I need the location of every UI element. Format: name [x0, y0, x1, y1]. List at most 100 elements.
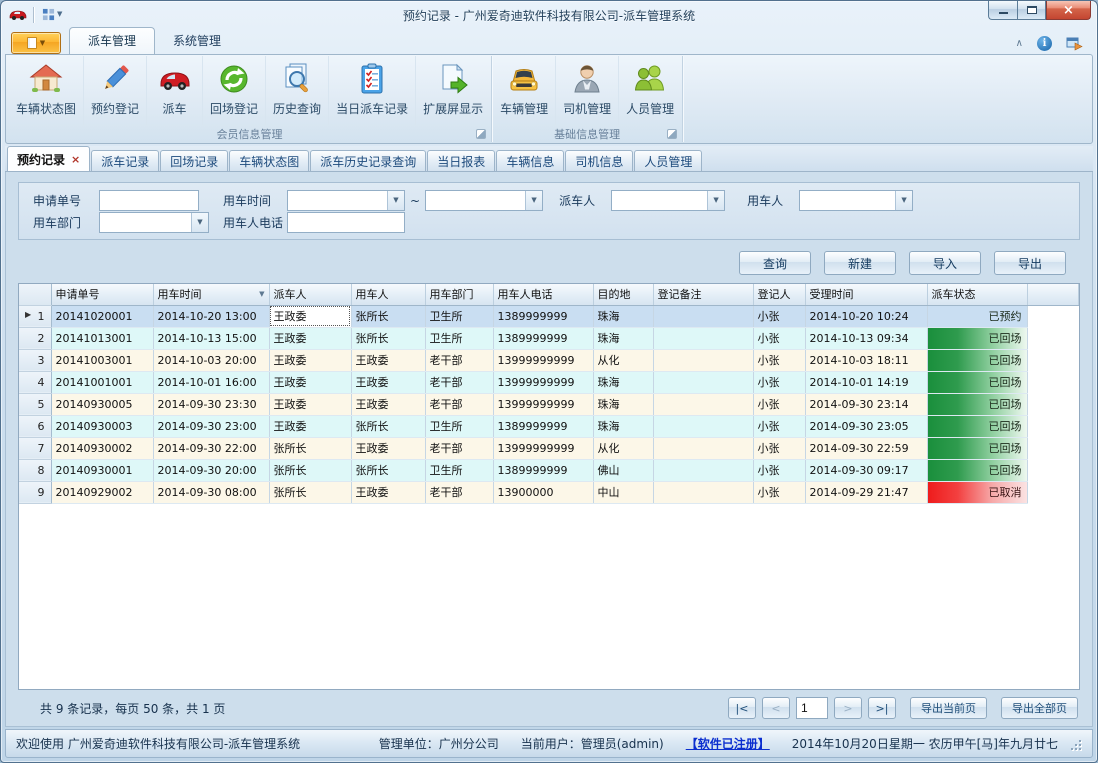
close-button[interactable]: ×: [1046, 1, 1091, 20]
grid-cell[interactable]: 1389999999: [493, 415, 593, 437]
grid-cell[interactable]: 珠海: [593, 371, 653, 393]
ribbon-tab-dispatch[interactable]: 派车管理: [69, 27, 155, 54]
dropdown-button[interactable]: ▼: [387, 191, 404, 210]
dispatch-status-cell[interactable]: 已回场: [927, 371, 1027, 393]
grid-cell[interactable]: 13999999999: [493, 371, 593, 393]
use-time-from-select[interactable]: ▼: [287, 190, 405, 211]
col-header-accept-time[interactable]: 受理时间: [805, 284, 927, 305]
grid-cell[interactable]: [653, 393, 753, 415]
driver-management-button[interactable]: 司机管理: [556, 56, 619, 125]
grid-cell[interactable]: 20141013001: [51, 327, 153, 349]
grid-cell[interactable]: 2014-09-30 08:00: [153, 481, 269, 503]
dispatch-status-cell[interactable]: 已预约: [927, 305, 1027, 327]
col-header-dispatch-status[interactable]: 派车状态: [927, 284, 1027, 305]
dropdown-button[interactable]: ▼: [895, 191, 912, 210]
dispatch-status-cell[interactable]: 已回场: [927, 437, 1027, 459]
export-current-page-button[interactable]: 导出当前页: [910, 697, 987, 719]
grid-cell[interactable]: 珠海: [593, 393, 653, 415]
dispatch-status-cell[interactable]: 已回场: [927, 459, 1027, 481]
grid-cell[interactable]: 小张: [753, 371, 805, 393]
col-header-remark[interactable]: 登记备注: [653, 284, 753, 305]
sort-caret-icon[interactable]: ▼: [259, 290, 264, 298]
grid-cell[interactable]: 20141003001: [51, 349, 153, 371]
grid-cell[interactable]: 王政委: [351, 437, 425, 459]
doc-tab-reservation-records[interactable]: 预约记录 ×: [7, 146, 90, 171]
grid-cell[interactable]: 2014-09-30 09:17: [805, 459, 927, 481]
grid-cell[interactable]: 13900000: [493, 481, 593, 503]
grid-cell[interactable]: 小张: [753, 393, 805, 415]
grid-cell[interactable]: 王政委: [269, 349, 351, 371]
row-indicator-header[interactable]: [19, 284, 51, 305]
col-header-use-time[interactable]: ▼用车时间: [153, 284, 269, 305]
next-page-button[interactable]: >: [834, 697, 862, 719]
grid-cell[interactable]: 张所长: [351, 327, 425, 349]
col-header-department[interactable]: 用车部门: [425, 284, 493, 305]
row-indicator[interactable]: 5: [19, 393, 51, 415]
table-row[interactable]: 9201409290022014-09-30 08:00张所长王政委老干部139…: [19, 481, 1079, 503]
reservation-register-button[interactable]: 预约登记: [84, 56, 147, 125]
collapse-ribbon-icon[interactable]: ∧: [1016, 38, 1023, 49]
grid-cell[interactable]: 王政委: [269, 327, 351, 349]
grid-cell[interactable]: 老干部: [425, 371, 493, 393]
grid-cell[interactable]: 老干部: [425, 481, 493, 503]
grid-cell[interactable]: 小张: [753, 349, 805, 371]
grid-cell[interactable]: 卫生所: [425, 459, 493, 481]
license-registered-link[interactable]: 【软件已注册】: [686, 735, 770, 752]
maximize-button[interactable]: [1017, 1, 1046, 20]
col-header-destination[interactable]: 目的地: [593, 284, 653, 305]
row-indicator[interactable]: 2: [19, 327, 51, 349]
grid-cell[interactable]: 小张: [753, 437, 805, 459]
dispatch-status-cell[interactable]: 已回场: [927, 415, 1027, 437]
grid-cell[interactable]: 2014-09-30 23:14: [805, 393, 927, 415]
col-header-phone[interactable]: 用车人电话: [493, 284, 593, 305]
grid-cell[interactable]: 小张: [753, 415, 805, 437]
grid-cell[interactable]: [653, 437, 753, 459]
col-header-dispatcher[interactable]: 派车人: [269, 284, 351, 305]
table-row[interactable]: ▶1201410200012014-10-20 13:00王政委张所长卫生所13…: [19, 305, 1079, 327]
grid-cell[interactable]: 13999999999: [493, 437, 593, 459]
grid-cell[interactable]: 老干部: [425, 437, 493, 459]
row-indicator[interactable]: 3: [19, 349, 51, 371]
grid-cell[interactable]: 张所长: [351, 415, 425, 437]
table-row[interactable]: 7201409300022014-09-30 22:00张所长王政委老干部139…: [19, 437, 1079, 459]
dropdown-button[interactable]: ▼: [707, 191, 724, 210]
grid-cell[interactable]: 1389999999: [493, 305, 593, 327]
extended-screen-button[interactable]: 扩展屏显示: [416, 56, 490, 125]
grid-cell[interactable]: 2014-09-30 23:05: [805, 415, 927, 437]
grid-cell[interactable]: 老干部: [425, 393, 493, 415]
grid-cell[interactable]: 20141001001: [51, 371, 153, 393]
doc-tab-daily-report[interactable]: 当日报表: [427, 150, 495, 171]
grid-cell[interactable]: 2014-10-03 18:11: [805, 349, 927, 371]
phone-input[interactable]: [287, 212, 405, 233]
col-header-application-no[interactable]: 申请单号: [51, 284, 153, 305]
grid-cell[interactable]: 2014-10-13 09:34: [805, 327, 927, 349]
personnel-management-button[interactable]: 人员管理: [619, 56, 681, 125]
dropdown-button[interactable]: ▼: [525, 191, 542, 210]
row-indicator[interactable]: 6: [19, 415, 51, 437]
grid-cell[interactable]: [653, 305, 753, 327]
grid-cell[interactable]: 卫生所: [425, 415, 493, 437]
grid-cell[interactable]: 王政委: [269, 415, 351, 437]
grid-cell[interactable]: 2014-09-30 23:30: [153, 393, 269, 415]
table-row[interactable]: 4201410010012014-10-01 16:00王政委王政委老干部139…: [19, 371, 1079, 393]
import-button[interactable]: 导入: [909, 251, 981, 275]
grid-cell[interactable]: 王政委: [351, 393, 425, 415]
grid-cell[interactable]: 2014-10-03 20:00: [153, 349, 269, 371]
user-select[interactable]: ▼: [799, 190, 913, 211]
grid-cell[interactable]: [653, 327, 753, 349]
application-menu-button[interactable]: ▼: [11, 32, 61, 54]
dispatch-status-cell[interactable]: 已回场: [927, 393, 1027, 415]
grid-cell[interactable]: 小张: [753, 459, 805, 481]
grid-cell[interactable]: 小张: [753, 327, 805, 349]
export-button[interactable]: 导出: [994, 251, 1066, 275]
grid-cell[interactable]: [653, 415, 753, 437]
grid-cell[interactable]: 2014-10-20 10:24: [805, 305, 927, 327]
doc-tab-personnel-management[interactable]: 人员管理: [634, 150, 702, 171]
grid-cell[interactable]: 2014-09-30 22:00: [153, 437, 269, 459]
grid-cell[interactable]: 2014-10-01 14:19: [805, 371, 927, 393]
grid-cell[interactable]: 1389999999: [493, 459, 593, 481]
last-page-button[interactable]: >|: [868, 697, 896, 719]
doc-tab-dispatch-history-query[interactable]: 派车历史记录查询: [310, 150, 426, 171]
grid-cell[interactable]: 从化: [593, 437, 653, 459]
grid-cell[interactable]: 20140930001: [51, 459, 153, 481]
